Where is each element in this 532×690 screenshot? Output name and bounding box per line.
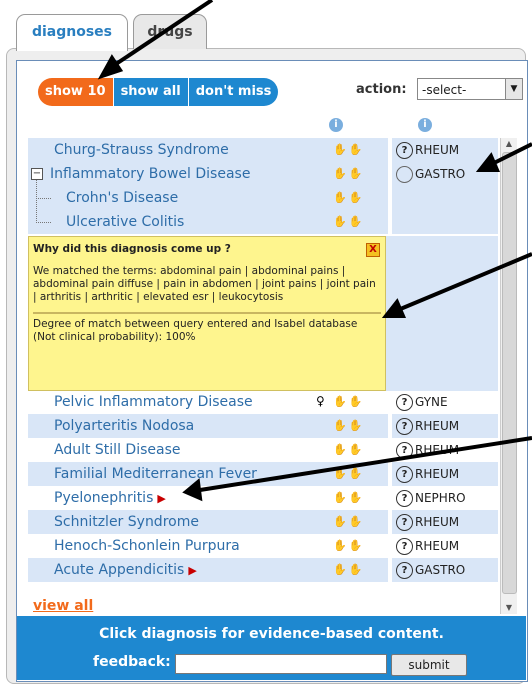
scrollbar[interactable]: ▲ ▼ [500,138,517,614]
tab-diagnoses[interactable]: diagnoses [16,14,128,51]
specialty-label: RHEUM [415,419,460,433]
match-degree: Degree of match between query entered an… [33,318,358,343]
tab-drugs[interactable]: drugs [133,14,207,49]
scrollbar-thumb[interactable] [502,152,517,594]
specialty-cell: ? RHEUM [392,414,498,438]
scroll-up-icon[interactable]: ▲ [501,138,517,150]
list-item[interactable]: Inflammatory Bowel Disease − ✋✋ GASTRO [28,162,498,186]
red-flag-icon: ▶ [188,564,197,577]
why-title: Why did this diagnosis come up ? [33,243,231,255]
divider [33,312,381,314]
list-item[interactable]: Familial Mediterranean Fever ✋✋ ? RHEUM [28,462,498,486]
specialty-cell [392,186,498,210]
specialty-cell: ? NEPHRO [392,486,498,510]
list-item[interactable]: Churg-Strauss Syndrome ✋✋ ? RHEUM [28,138,498,162]
action-select[interactable]: -select- ▼ [417,78,523,100]
show-10-button[interactable]: show 10 [38,78,114,106]
info-icon[interactable]: i [329,118,343,132]
specialty-label: RHEUM [415,443,460,457]
specialty-cell: ? RHEUM [392,438,498,462]
show-all-button[interactable]: show all [113,78,189,106]
question-icon[interactable]: ? [396,394,413,411]
specialty-cell [392,210,498,234]
chevron-down-icon[interactable]: ▼ [505,79,522,99]
list-item[interactable]: Ulcerative Colitis ✋✋ [28,198,498,234]
list-item[interactable]: Pelvic Inflammatory Disease ♀ ✋✋ ? GYNE [28,390,498,414]
feedback-label: feedback: [93,654,171,670]
question-icon[interactable]: ? [396,442,413,459]
evidence-hand-icons[interactable]: ✋✋ [333,539,364,552]
radio-icon[interactable] [396,166,413,183]
specialty-cell: ? GASTRO [392,558,498,582]
view-all-link[interactable]: view all [33,598,93,614]
specialty-label: RHEUM [415,515,460,529]
evidence-hand-icons[interactable]: ✋✋ [333,215,364,228]
question-icon[interactable]: ? [396,490,413,507]
diagnosis-name-text: Acute Appendicitis [54,562,185,578]
question-icon[interactable]: ? [396,466,413,483]
question-icon[interactable]: ? [396,538,413,555]
red-flag-icon: ▶ [157,492,166,505]
evidence-hand-icons[interactable]: ✋✋ [333,443,364,456]
specialty-label: GYNE [415,395,448,409]
specialty-label: NEPHRO [415,491,466,505]
specialty-cell: ? GYNE [392,390,498,414]
diagnosis-name-text: Pyelonephritis [54,490,154,506]
list-item[interactable]: Crohn's Disease ✋✋ [28,180,498,210]
action-label: action: [356,82,407,97]
list-item[interactable]: Pyelonephritis ▶ ✋✋ ? NEPHRO [28,486,498,510]
specialty-cell: ? RHEUM [392,534,498,558]
specialty-label: GASTRO [415,167,466,181]
evidence-hand-icons[interactable]: ✋✋ [333,419,364,432]
filter-button-group: show 10 show all don't miss [38,78,279,106]
specialty-label: RHEUM [415,539,460,553]
list-item[interactable]: Henoch-Schonlein Purpura ✋✋ ? RHEUM [28,534,498,558]
matched-terms: We matched the terms: abdominal pain | a… [33,265,376,303]
evidence-hand-icons[interactable]: ✋✋ [333,491,364,504]
question-icon[interactable]: ? [396,562,413,579]
female-icon: ♀ [316,394,325,408]
tree-connector [36,180,51,199]
dont-miss-button[interactable]: don't miss [188,78,279,106]
evidence-hand-icons[interactable]: ✋✋ [333,167,364,180]
tree-connector [36,198,51,223]
list-item[interactable]: Acute Appendicitis ▶ ✋✋ ? GASTRO [28,558,498,582]
feedback-input[interactable] [175,654,387,674]
collapse-icon[interactable]: − [31,168,43,180]
why-diagnosis-popup: Why did this diagnosis come up ? X We ma… [28,236,386,391]
specialty-cell: ? RHEUM [392,510,498,534]
specialty-cell: GASTRO [392,162,498,186]
specialty-cell: ? RHEUM [392,462,498,486]
evidence-hand-icons[interactable]: ✋✋ [333,467,364,480]
scroll-down-icon[interactable]: ▼ [501,602,517,614]
evidence-hand-icons[interactable]: ✋✋ [333,395,364,408]
specialty-label: GASTRO [415,563,466,577]
list-item[interactable]: Adult Still Disease ✋✋ ? RHEUM [28,438,498,462]
info-icon[interactable]: i [418,118,432,132]
question-icon[interactable]: ? [396,142,413,159]
question-icon[interactable]: ? [396,514,413,531]
footer-bar: Click diagnosis for evidence-based conte… [17,616,526,680]
list-item[interactable]: Schnitzler Syndrome ✋✋ ? RHEUM [28,510,498,534]
action-select-value: -select- [422,83,467,97]
list-item[interactable]: Polyarteritis Nodosa ✋✋ ? RHEUM [28,414,498,438]
footer-message: Click diagnosis for evidence-based conte… [99,626,444,642]
question-icon[interactable]: ? [396,418,413,435]
specialty-column-fill [386,236,498,391]
evidence-hand-icons[interactable]: ✋✋ [333,191,364,204]
specialty-label: RHEUM [415,143,460,157]
specialty-label: RHEUM [415,467,460,481]
specialty-cell: ? RHEUM [392,138,498,162]
evidence-hand-icons[interactable]: ✋✋ [333,143,364,156]
evidence-hand-icons[interactable]: ✋✋ [333,563,364,576]
evidence-hand-icons[interactable]: ✋✋ [333,515,364,528]
submit-button[interactable]: submit [391,654,467,676]
close-icon[interactable]: X [366,243,380,257]
